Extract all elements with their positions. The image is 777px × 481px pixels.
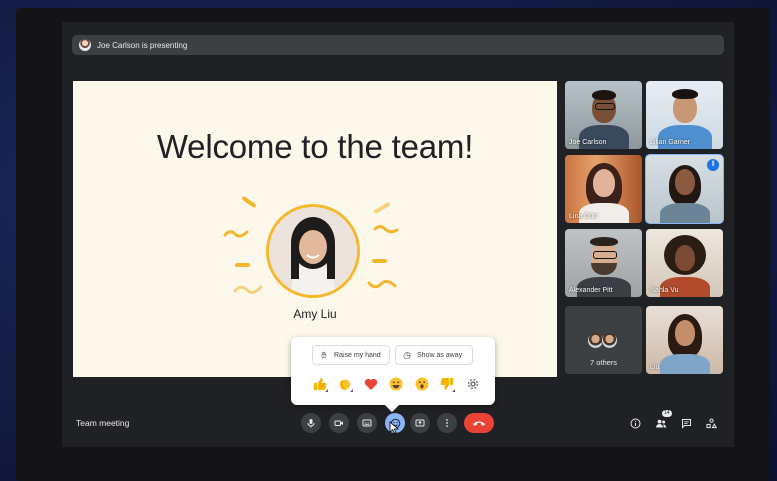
others-avatars	[587, 332, 618, 349]
thumbs-down-reaction[interactable]	[435, 375, 461, 393]
slide-decoration	[367, 279, 397, 289]
participant-name: Liu	[650, 364, 660, 371]
clock-icon: ◷	[403, 349, 411, 360]
present-icon	[415, 419, 425, 427]
slide-decoration	[373, 201, 391, 215]
activities-button[interactable]	[703, 415, 719, 431]
thumbs-up-reaction[interactable]	[307, 375, 333, 393]
participant-tile[interactable]: Lina Dürr	[565, 155, 642, 223]
participant-name: Alexander Pitt	[569, 287, 613, 294]
others-tile[interactable]: 7 others	[565, 306, 642, 374]
meeting-details-button[interactable]	[627, 415, 643, 431]
clapping-reaction[interactable]	[333, 375, 359, 393]
presentation-slide: Welcome to the team! Amy Liu	[73, 81, 557, 377]
participant-tile[interactable]: Lilian Garner	[646, 81, 723, 149]
hand-icon: ✋︎	[321, 349, 327, 360]
slide-decoration	[372, 259, 387, 263]
reaction-settings-icon[interactable]	[460, 375, 486, 393]
people-button[interactable]	[653, 415, 669, 431]
slide-decoration	[235, 263, 250, 267]
info-icon	[630, 418, 640, 428]
participant-tile[interactable]: Liu	[646, 306, 723, 374]
slide-decoration	[373, 225, 399, 234]
presenter-avatar	[79, 39, 91, 51]
participant-tile[interactable]: Joe Carlson	[565, 81, 642, 149]
others-label: 7 others	[589, 358, 618, 367]
participant-name: Lilian Garner	[650, 139, 691, 146]
activities-icon	[706, 417, 717, 428]
more-vert-icon	[446, 419, 448, 427]
reactions-popup: ✋︎ Raise my hand ◷ Show as away	[291, 337, 495, 405]
raise-hand-button[interactable]: ✋︎ Raise my hand	[312, 345, 390, 365]
present-screen-button[interactable]	[410, 413, 430, 433]
amy-liu-photo	[266, 204, 360, 298]
surprised-reaction[interactable]	[409, 375, 435, 393]
presenting-text: Joe Carlson is presenting	[97, 40, 188, 50]
emoji-reactions	[307, 375, 486, 393]
slide-decoration	[223, 230, 249, 238]
captions-button[interactable]	[357, 413, 377, 433]
laughing-reaction[interactable]	[384, 375, 410, 393]
raise-hand-label: Raise my hand	[334, 351, 381, 359]
microphone-icon	[307, 419, 315, 428]
meeting-name: Team meeting	[76, 418, 130, 428]
participant-tile-active-speaker[interactable]: ⦀	[645, 154, 724, 224]
participant-tile[interactable]: Alexander Pitt	[565, 229, 642, 297]
participant-count-badge: 14	[662, 410, 672, 417]
people-icon	[656, 419, 667, 427]
show-away-button[interactable]: ◷ Show as away	[395, 345, 473, 365]
speaking-indicator-icon: ⦀	[707, 159, 719, 171]
camera-icon	[334, 420, 343, 426]
participant-name: Nahla Vu	[650, 287, 679, 294]
presenting-bar: Joe Carlson is presenting	[72, 35, 724, 55]
more-options-button[interactable]	[437, 413, 457, 433]
participant-tile[interactable]: Nahla Vu	[646, 229, 723, 297]
end-call-button[interactable]	[464, 413, 494, 433]
phone-hangup-icon	[473, 421, 485, 426]
microphone-button[interactable]	[301, 413, 321, 433]
participant-name: Joe Carlson	[569, 139, 607, 146]
slide-person-name: Amy Liu	[293, 307, 337, 321]
chat-button[interactable]	[678, 415, 694, 431]
camera-button[interactable]	[329, 413, 349, 433]
heart-reaction[interactable]	[358, 375, 384, 393]
mouse-cursor-icon	[389, 421, 399, 434]
slide-title: Welcome to the team!	[156, 128, 474, 165]
chat-icon	[681, 418, 691, 429]
participant-name: Lina Dürr	[569, 213, 598, 220]
slide-decoration	[241, 195, 257, 209]
slide-decoration	[233, 285, 263, 294]
show-away-label: Show as away	[417, 351, 463, 359]
captions-icon	[362, 419, 372, 427]
